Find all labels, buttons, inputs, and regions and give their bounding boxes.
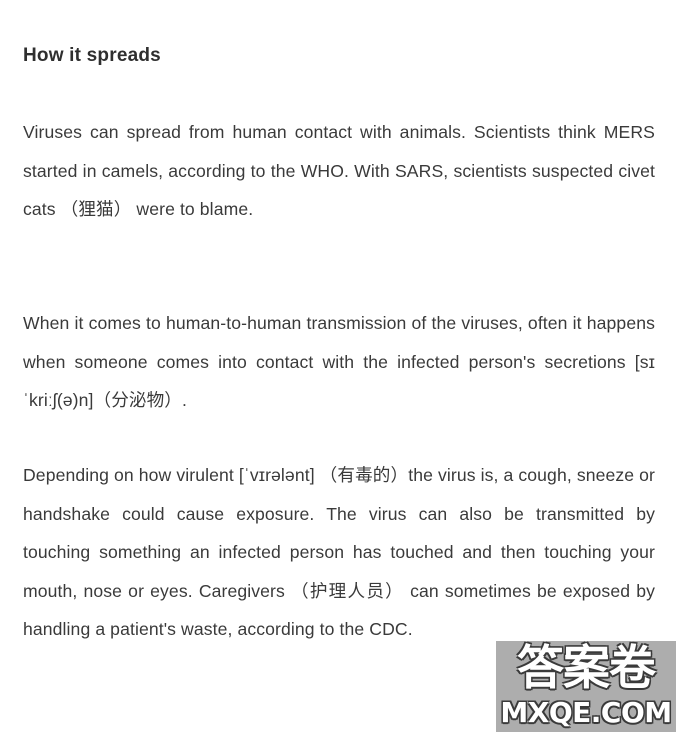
paragraph-virulence-and-exposure: Depending on how virulent [ˈvɪrələnt] （有… <box>23 465 655 639</box>
page-title: How it spreads <box>23 45 161 66</box>
article-body: How it spreads Viruses can spread from h… <box>0 0 676 734</box>
paragraph-how-viruses-spread-from-animals: Viruses can spread from human contact wi… <box>23 122 655 219</box>
paragraph-human-to-human-transmission: When it comes to human-to-human transmis… <box>23 313 655 410</box>
